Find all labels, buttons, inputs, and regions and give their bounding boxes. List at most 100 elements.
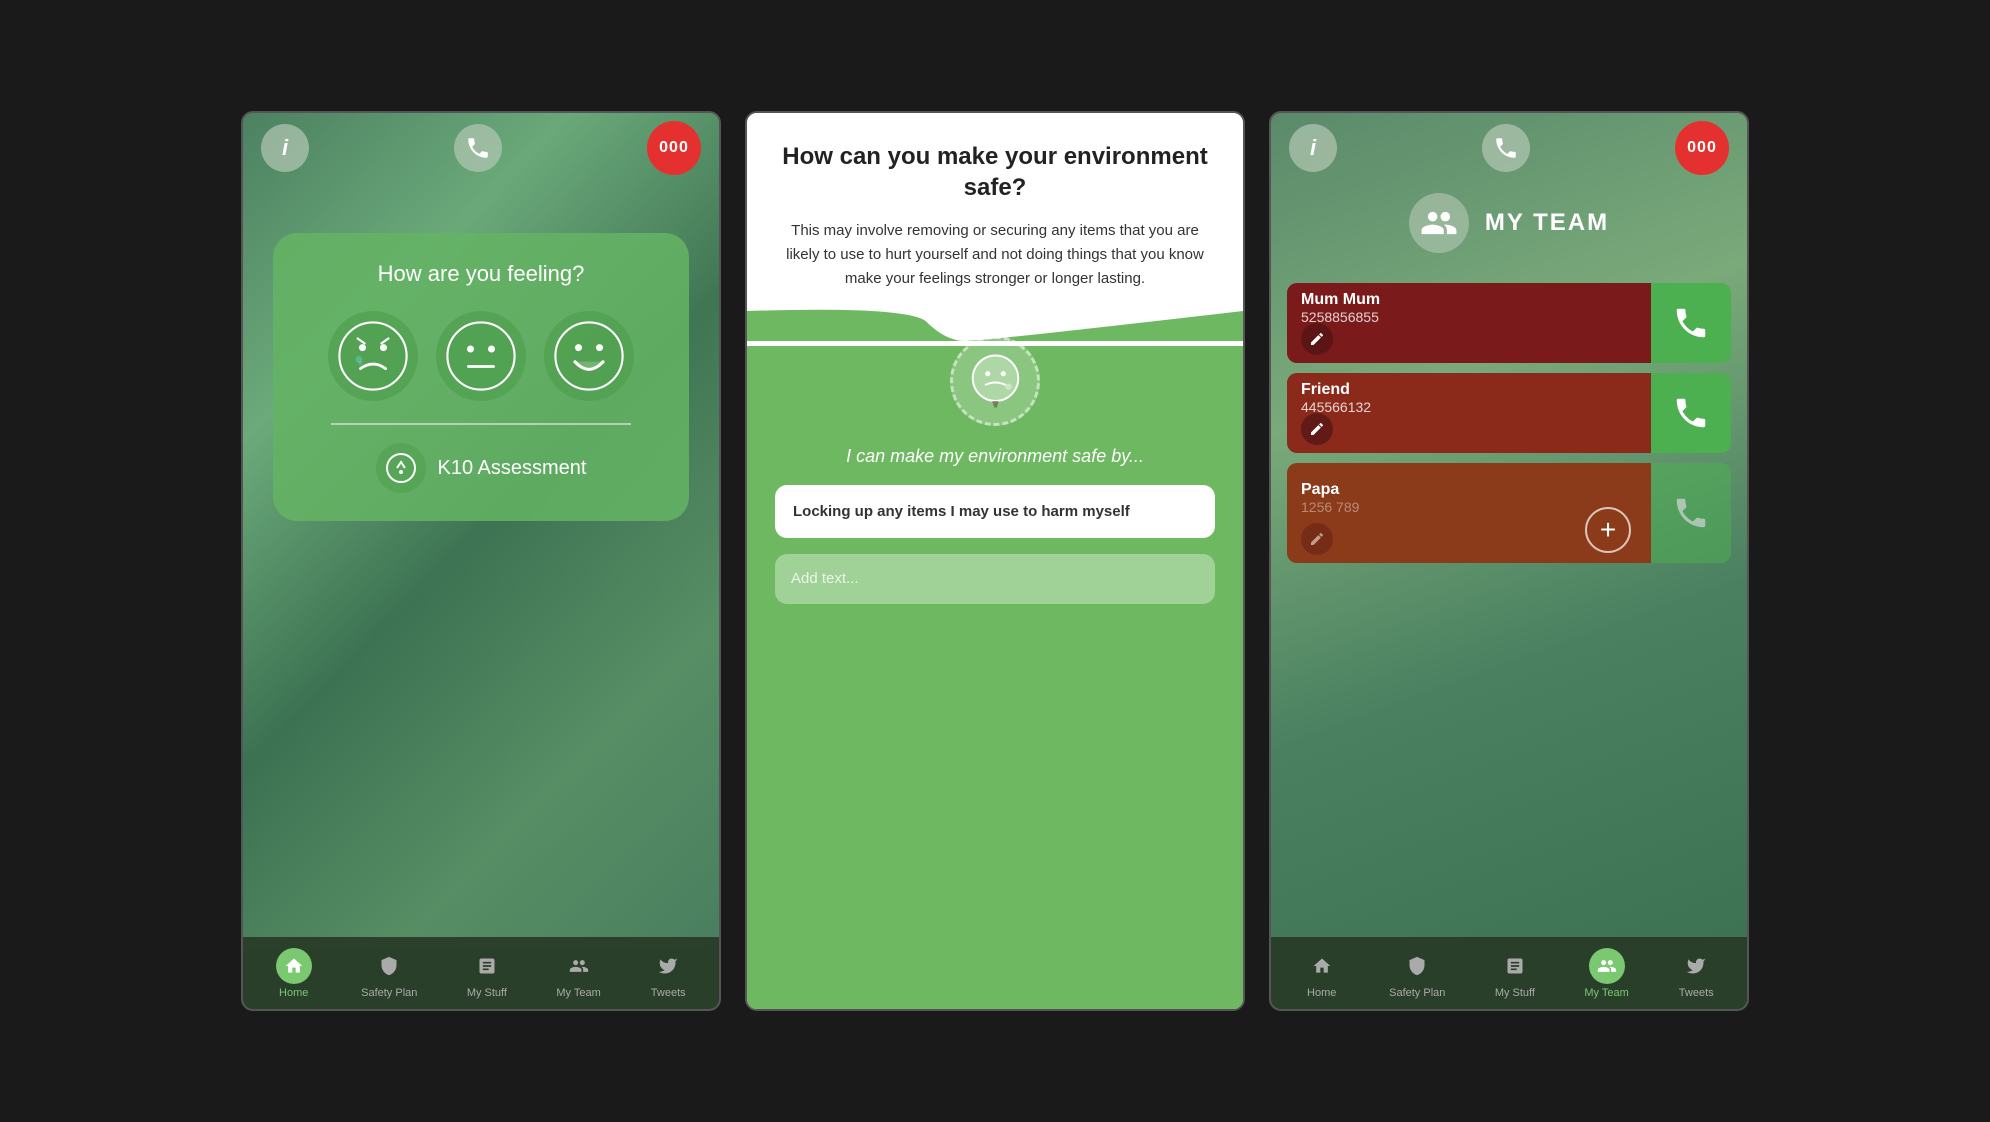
screen2-safety: How can you make your environment safe? … xyxy=(745,111,1245,1011)
tweets-nav-icon-team xyxy=(1678,948,1714,984)
thinking-emoji-svg xyxy=(963,349,1028,414)
nav-mystuff-label: My Stuff xyxy=(467,987,507,999)
speech-bubble-area: How can you make your environment safe? … xyxy=(747,113,1243,291)
top-bar-home: i 000 xyxy=(243,113,719,183)
screen3-myteam: i 000 MY TEAM xyxy=(1269,111,1749,1011)
call-icon-mum xyxy=(1672,304,1710,342)
screen1-home: i 000 How are you feeling? xyxy=(241,111,721,1011)
emergency-button-team[interactable]: 000 xyxy=(1675,121,1729,175)
contact-papa-info: Papa 1256 789 + xyxy=(1287,463,1651,563)
team-icon-svg xyxy=(1420,204,1458,242)
phone-icon xyxy=(465,135,491,161)
contact-friend-name: Friend xyxy=(1301,381,1637,399)
contact-papa-name: Papa xyxy=(1301,481,1637,499)
feeling-title: How are you feeling? xyxy=(378,261,585,287)
edit-mum-button[interactable] xyxy=(1301,323,1333,355)
tweets-nav-icon xyxy=(650,948,686,984)
add-text-placeholder: Add text... xyxy=(791,570,859,587)
bottom-nav-home: Home Safety Plan My Stuff My Team xyxy=(243,937,719,1009)
nav-home-team[interactable]: Home xyxy=(1304,948,1340,999)
nav-myteam-team[interactable]: My Team xyxy=(1584,948,1628,999)
info-button[interactable]: i xyxy=(261,124,309,172)
call-friend-button[interactable] xyxy=(1651,373,1731,453)
thinking-container xyxy=(775,336,1215,426)
add-text-area[interactable]: Add text... xyxy=(775,554,1215,604)
safety-nav-icon xyxy=(371,948,407,984)
info-button-team[interactable]: i xyxy=(1289,124,1337,172)
emergency-label-team: 000 xyxy=(1687,139,1717,157)
call-icon-friend xyxy=(1672,394,1710,432)
mystuff-nav-icon xyxy=(469,948,505,984)
contact-mum-name: Mum Mum xyxy=(1301,291,1637,309)
call-icon-papa xyxy=(1672,494,1710,532)
bubble-svg xyxy=(747,291,1243,341)
nav-myteam[interactable]: My Team xyxy=(556,948,600,999)
call-papa-button[interactable] xyxy=(1651,463,1731,563)
mystuff-nav-icon-team xyxy=(1497,948,1533,984)
contact-papa-number: 1256 789 xyxy=(1301,499,1637,515)
nav-tweets[interactable]: Tweets xyxy=(650,948,686,999)
my-team-title: MY TEAM xyxy=(1485,209,1609,237)
info-icon-team: i xyxy=(1310,135,1316,161)
edit-friend-button[interactable] xyxy=(1301,413,1333,445)
nav-tweets-label: Tweets xyxy=(651,987,686,999)
nav-tweets-label-team: Tweets xyxy=(1679,987,1714,999)
bottom-nav-team: Home Safety Plan My Stuff My Team xyxy=(1271,937,1747,1009)
contact-friend-info: Friend 445566132 xyxy=(1287,373,1651,453)
contact-mum-number: 5258856855 xyxy=(1301,309,1637,325)
nav-myteam-label: My Team xyxy=(556,987,600,999)
nav-home[interactable]: Home xyxy=(276,948,312,999)
green-section: I can make my environment safe by... Loc… xyxy=(747,346,1243,1009)
contact-papa: Papa 1256 789 + xyxy=(1287,463,1731,563)
info-icon: i xyxy=(282,135,288,161)
safety-description: This may involve removing or securing an… xyxy=(775,219,1215,291)
contact-mum-info: Mum Mum 5258856855 xyxy=(1287,283,1651,363)
assessment-icon xyxy=(376,443,426,493)
edit-icon xyxy=(1309,331,1325,347)
screenshots-container: i 000 How are you feeling? xyxy=(0,0,1990,1122)
emergency-label: 000 xyxy=(659,139,689,157)
sad-face-button[interactable] xyxy=(328,311,418,401)
happy-face-button[interactable] xyxy=(544,311,634,401)
nav-safety-label: Safety Plan xyxy=(361,987,417,999)
phone-button[interactable] xyxy=(454,124,502,172)
nav-safety[interactable]: Safety Plan xyxy=(361,948,417,999)
nav-mystuff-label-team: My Stuff xyxy=(1495,987,1535,999)
top-bar-team: i 000 xyxy=(1271,113,1747,183)
phone-button-team[interactable] xyxy=(1482,124,1530,172)
nav-home-label-team: Home xyxy=(1307,987,1336,999)
nav-mystuff-team[interactable]: My Stuff xyxy=(1495,948,1535,999)
emoji-row xyxy=(328,311,634,401)
contact-list: Mum Mum 5258856855 xyxy=(1287,283,1731,563)
neutral-face-button[interactable] xyxy=(436,311,526,401)
nav-mystuff[interactable]: My Stuff xyxy=(467,948,507,999)
contact-mum: Mum Mum 5258856855 xyxy=(1287,283,1731,363)
myteam-nav-icon xyxy=(561,948,597,984)
edit-papa-button[interactable] xyxy=(1301,523,1333,555)
assessment-label: K10 Assessment xyxy=(438,457,587,480)
safety-title: How can you make your environment safe? xyxy=(775,141,1215,203)
response-card: Locking up any items I may use to harm m… xyxy=(775,485,1215,538)
response-text: Locking up any items I may use to harm m… xyxy=(793,503,1197,520)
nav-safety-label-team: Safety Plan xyxy=(1389,987,1445,999)
my-team-header: MY TEAM xyxy=(1271,193,1747,253)
nav-myteam-label-team: My Team xyxy=(1584,987,1628,999)
contact-friend-number: 445566132 xyxy=(1301,399,1637,415)
call-mum-button[interactable] xyxy=(1651,283,1731,363)
nav-safety-team[interactable]: Safety Plan xyxy=(1389,948,1445,999)
edit-icon-friend xyxy=(1309,421,1325,437)
team-icon xyxy=(1409,193,1469,253)
contact-friend: Friend 445566132 xyxy=(1287,373,1731,453)
add-contact-button[interactable]: + xyxy=(1585,507,1631,553)
nav-tweets-team[interactable]: Tweets xyxy=(1678,948,1714,999)
thinking-face xyxy=(950,336,1040,426)
home-nav-icon xyxy=(276,948,312,984)
safe-prompt: I can make my environment safe by... xyxy=(775,446,1215,467)
assessment-row[interactable]: K10 Assessment xyxy=(376,443,587,493)
main-card: How are you feeling? xyxy=(273,233,689,521)
home-nav-icon-team xyxy=(1304,948,1340,984)
myteam-nav-icon-team xyxy=(1589,948,1625,984)
divider xyxy=(331,423,632,425)
emergency-button[interactable]: 000 xyxy=(647,121,701,175)
edit-icon-papa xyxy=(1309,531,1325,547)
